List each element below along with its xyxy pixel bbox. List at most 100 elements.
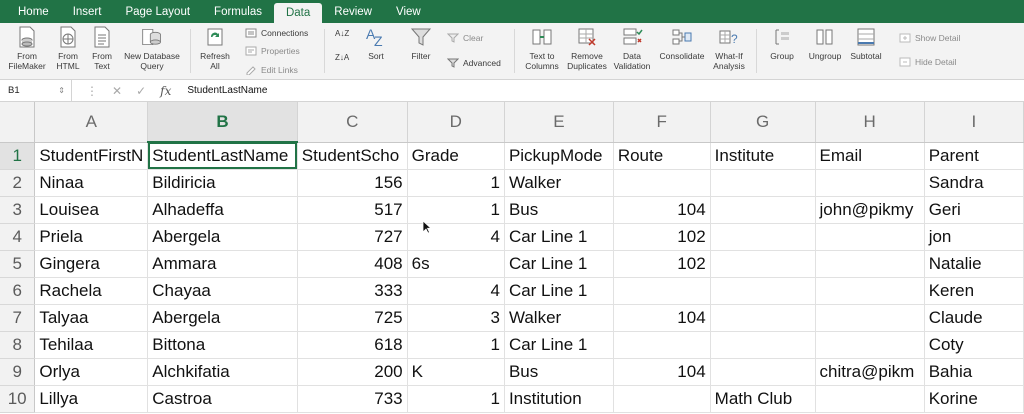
- column-header-i[interactable]: I: [924, 102, 1024, 143]
- advanced-filter-button[interactable]: Advanced: [446, 57, 501, 68]
- select-all-corner[interactable]: [0, 102, 36, 143]
- cell-d4[interactable]: 4: [407, 223, 505, 251]
- cell-d9[interactable]: K: [407, 358, 505, 386]
- cell-b2[interactable]: Bildiricia: [147, 169, 298, 197]
- row-header[interactable]: 6: [0, 277, 36, 305]
- cell-a8[interactable]: Tehilaa: [34, 331, 149, 359]
- row-header[interactable]: 4: [0, 223, 36, 251]
- cell-i4[interactable]: jon: [924, 223, 1024, 251]
- cell-e2[interactable]: Walker: [504, 169, 614, 197]
- enter-icon[interactable]: ✓: [136, 84, 146, 98]
- cell-d8[interactable]: 1: [407, 331, 505, 359]
- insert-function-icon[interactable]: fx: [160, 84, 171, 98]
- cell-f10[interactable]: [613, 385, 711, 413]
- column-header-h[interactable]: H: [815, 102, 925, 143]
- data-validation-button[interactable]: Data Validation: [611, 26, 653, 71]
- cell-h2[interactable]: [815, 169, 925, 197]
- cell-g2[interactable]: [710, 169, 816, 197]
- cell-d5[interactable]: 6s: [407, 250, 505, 278]
- cell-b1[interactable]: StudentLastName: [147, 142, 298, 170]
- cell-f9[interactable]: 104: [613, 358, 711, 386]
- cell-d1[interactable]: Grade: [407, 142, 505, 170]
- cell-b8[interactable]: Bittona: [147, 331, 298, 359]
- cell-f3[interactable]: 104: [613, 196, 711, 224]
- name-box[interactable]: B1 ⇕: [0, 79, 72, 102]
- from-text-button[interactable]: From Text: [88, 26, 116, 71]
- cell-g4[interactable]: [710, 223, 816, 251]
- tab-insert[interactable]: Insert: [61, 0, 114, 23]
- connections-button[interactable]: Connections: [244, 27, 308, 38]
- sort-descending-button[interactable]: Z↓A: [335, 53, 349, 62]
- cell-a2[interactable]: Ninaa: [34, 169, 149, 197]
- remove-duplicates-button[interactable]: Remove Duplicates: [565, 26, 609, 71]
- properties-button[interactable]: Properties: [244, 45, 300, 56]
- cell-b3[interactable]: Alhadeffa: [147, 196, 298, 224]
- cell-f4[interactable]: 102: [613, 223, 711, 251]
- column-header-e[interactable]: E: [504, 102, 614, 143]
- cell-i10[interactable]: Korine: [924, 385, 1024, 413]
- refresh-all-button[interactable]: Refresh All: [196, 26, 234, 71]
- tab-page-layout[interactable]: Page Layout: [113, 0, 202, 23]
- cell-c9[interactable]: 200: [297, 358, 408, 386]
- cell-i6[interactable]: Keren: [924, 277, 1024, 305]
- cell-a3[interactable]: Louisea: [34, 196, 149, 224]
- column-header-d[interactable]: D: [407, 102, 505, 143]
- cell-f7[interactable]: 104: [613, 304, 711, 332]
- cell-a9[interactable]: Orlya: [34, 358, 149, 386]
- row-header[interactable]: 1: [0, 142, 36, 170]
- row-header[interactable]: 5: [0, 250, 36, 278]
- cell-b5[interactable]: Ammara: [147, 250, 298, 278]
- cell-a5[interactable]: Gingera: [34, 250, 149, 278]
- cell-e6[interactable]: Car Line 1: [504, 277, 614, 305]
- row-header[interactable]: 8: [0, 331, 36, 359]
- cell-h3[interactable]: john@pikmy: [815, 196, 925, 224]
- cell-f6[interactable]: [613, 277, 711, 305]
- tab-data[interactable]: Data: [273, 3, 323, 23]
- cell-h4[interactable]: [815, 223, 925, 251]
- cell-a1[interactable]: StudentFirstN: [34, 142, 149, 170]
- from-html-button[interactable]: From HTML: [53, 26, 83, 71]
- cell-i8[interactable]: Coty: [924, 331, 1024, 359]
- cell-i3[interactable]: Geri: [924, 196, 1024, 224]
- group-button[interactable]: Group: [766, 26, 798, 61]
- hide-detail-button[interactable]: Hide Detail: [898, 56, 957, 67]
- column-header-c[interactable]: C: [297, 102, 408, 143]
- cell-i9[interactable]: Bahia: [924, 358, 1024, 386]
- edit-links-button[interactable]: Edit Links: [244, 64, 298, 75]
- cell-g9[interactable]: [710, 358, 816, 386]
- cell-b6[interactable]: Chayaa: [147, 277, 298, 305]
- cell-f8[interactable]: [613, 331, 711, 359]
- cell-i7[interactable]: Claude: [924, 304, 1024, 332]
- cell-e10[interactable]: Institution: [504, 385, 614, 413]
- formula-input[interactable]: StudentLastName: [181, 85, 267, 96]
- cell-a6[interactable]: Rachela: [34, 277, 149, 305]
- subtotal-button[interactable]: Subtotal: [847, 26, 885, 61]
- cell-h1[interactable]: Email: [815, 142, 925, 170]
- filter-button[interactable]: Filter: [406, 26, 436, 61]
- row-header[interactable]: 3: [0, 196, 36, 224]
- cell-h6[interactable]: [815, 277, 925, 305]
- row-header[interactable]: 7: [0, 304, 36, 332]
- clear-filter-button[interactable]: Clear: [446, 32, 483, 43]
- cell-g10[interactable]: Math Club: [710, 385, 816, 413]
- cell-e4[interactable]: Car Line 1: [504, 223, 614, 251]
- cell-c3[interactable]: 517: [297, 196, 408, 224]
- tab-home[interactable]: Home: [6, 0, 61, 23]
- show-detail-button[interactable]: Show Detail: [898, 32, 960, 43]
- cell-d10[interactable]: 1: [407, 385, 505, 413]
- cell-i2[interactable]: Sandra: [924, 169, 1024, 197]
- cell-c8[interactable]: 618: [297, 331, 408, 359]
- cancel-icon[interactable]: ✕: [112, 84, 122, 98]
- cell-h7[interactable]: [815, 304, 925, 332]
- cell-h8[interactable]: [815, 331, 925, 359]
- cell-e1[interactable]: PickupMode: [504, 142, 614, 170]
- cell-e3[interactable]: Bus: [504, 196, 614, 224]
- cell-a10[interactable]: Lillya: [34, 385, 149, 413]
- cell-f1[interactable]: Route: [613, 142, 711, 170]
- cell-e7[interactable]: Walker: [504, 304, 614, 332]
- column-header-g[interactable]: G: [710, 102, 816, 143]
- cell-g3[interactable]: [710, 196, 816, 224]
- cell-g1[interactable]: Institute: [710, 142, 816, 170]
- cell-i5[interactable]: Natalie: [924, 250, 1024, 278]
- ungroup-button[interactable]: Ungroup: [806, 26, 844, 61]
